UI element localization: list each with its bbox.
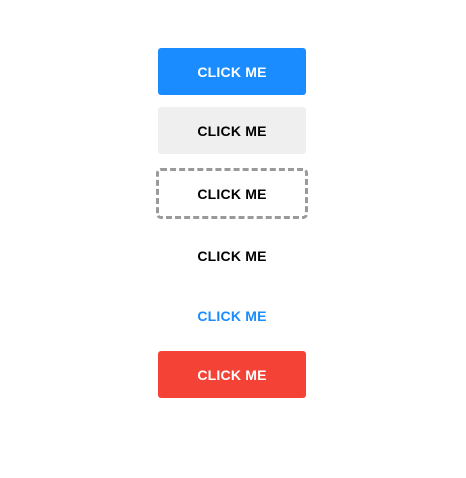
- default-button[interactable]: CLICK ME: [158, 107, 306, 154]
- link-button[interactable]: CLICK ME: [158, 292, 306, 339]
- dashed-button[interactable]: CLICK ME: [156, 168, 308, 219]
- text-button[interactable]: CLICK ME: [158, 232, 306, 279]
- danger-button[interactable]: CLICK ME: [158, 351, 306, 398]
- primary-button[interactable]: CLICK ME: [158, 48, 306, 95]
- button-stack: CLICK ME CLICK ME CLICK ME CLICK ME CLIC…: [0, 0, 466, 478]
